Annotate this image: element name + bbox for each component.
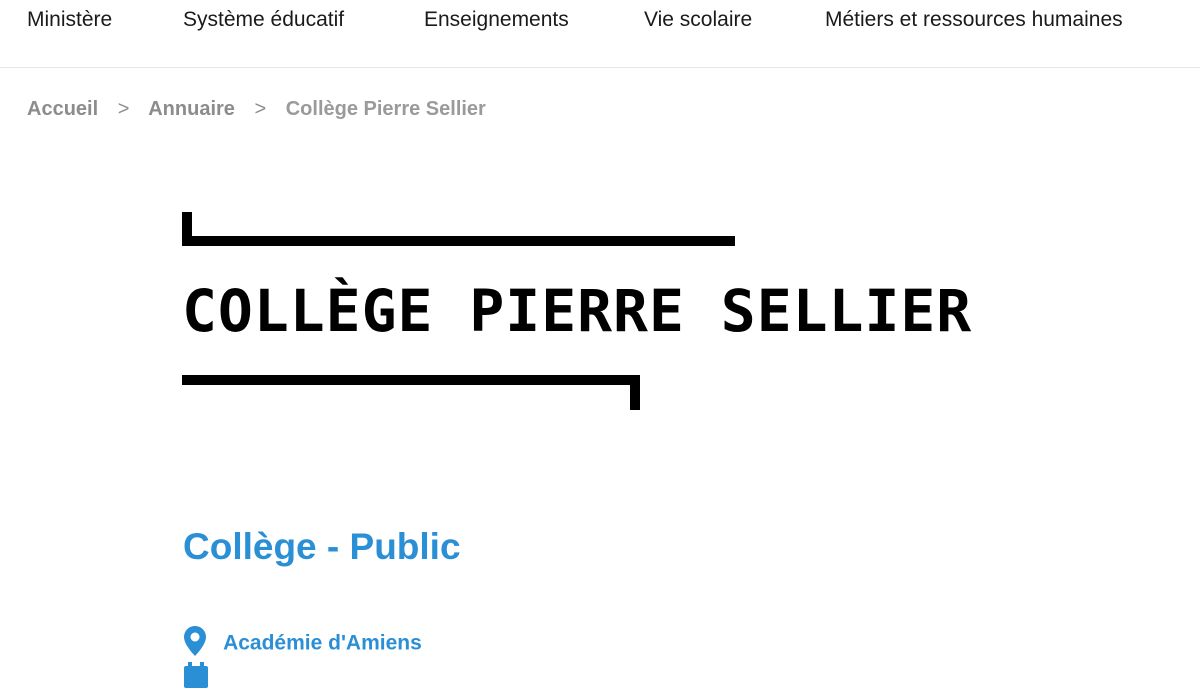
nav-item-ministere[interactable]: Ministère: [27, 8, 112, 32]
academie-label: Académie d'Amiens: [223, 631, 422, 655]
title-frame-top: [182, 212, 735, 246]
nav-item-metiers-rh[interactable]: Métiers et ressources humaines: [825, 8, 1123, 32]
breadcrumb-current: Collège Pierre Sellier: [285, 98, 486, 120]
map-pin-icon: [184, 626, 210, 662]
page-title: COLLÈGE PIERRE SELLIER: [182, 277, 973, 345]
breadcrumb: Accueil > Annuaire > Collège Pierre Sell…: [27, 98, 486, 121]
nav-item-enseignements[interactable]: Enseignements: [424, 8, 569, 32]
breadcrumb-annuaire[interactable]: Annuaire: [148, 98, 235, 120]
academie-link[interactable]: Académie d'Amiens: [184, 626, 422, 662]
nav-item-systeme-educatif[interactable]: Système éducatif: [183, 8, 344, 32]
top-navigation: Ministère Système éducatif Enseignements…: [0, 0, 1200, 68]
calendar-row: [184, 662, 218, 694]
breadcrumb-separator: >: [117, 98, 130, 120]
title-frame-bottom: [182, 375, 640, 410]
school-type-heading: Collège - Public: [183, 526, 461, 567]
nav-item-vie-scolaire[interactable]: Vie scolaire: [644, 8, 752, 32]
breadcrumb-separator: >: [254, 98, 267, 120]
breadcrumb-accueil[interactable]: Accueil: [27, 98, 98, 120]
calendar-icon: [184, 662, 210, 694]
